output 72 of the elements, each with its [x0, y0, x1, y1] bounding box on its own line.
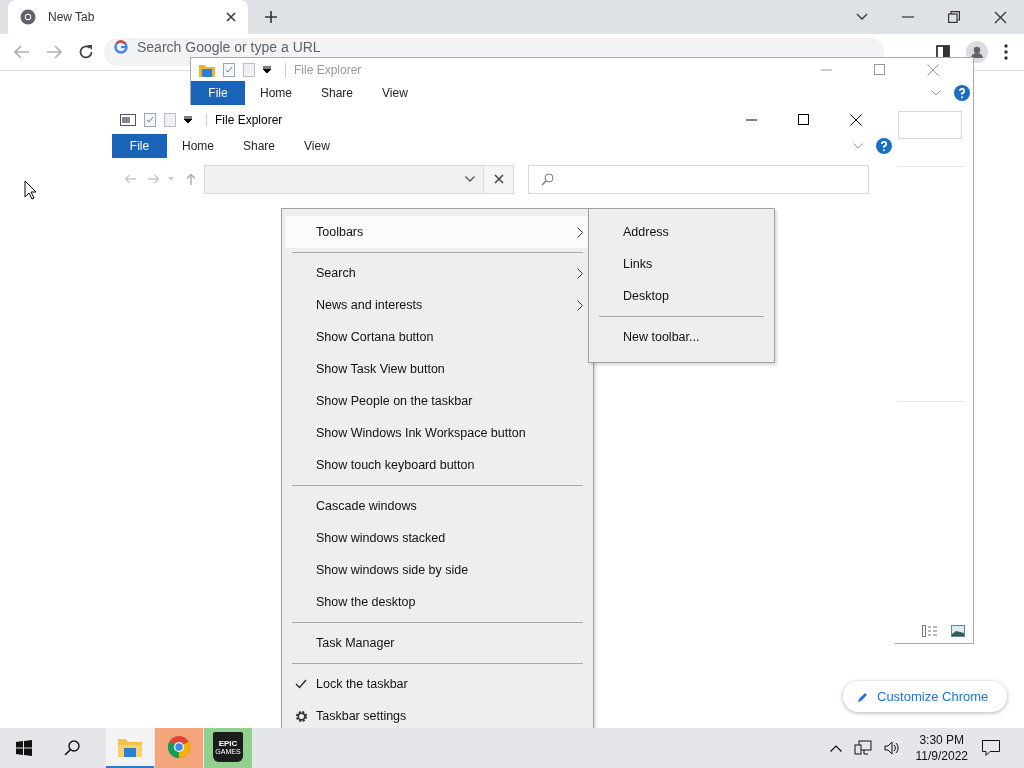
close-icon[interactable]	[850, 113, 862, 126]
menu-item[interactable]: Task Manager	[286, 627, 589, 659]
restore-icon[interactable]	[948, 11, 960, 23]
windows-logo-icon[interactable]	[16, 740, 32, 756]
folder-icon	[118, 737, 142, 757]
menu-item[interactable]: Show Task View button	[286, 353, 589, 385]
network-icon[interactable]	[853, 740, 872, 756]
menu-item[interactable]: Links	[593, 248, 770, 280]
menu-item[interactable]: Show touch keyboard button	[286, 449, 589, 481]
search-icon[interactable]	[64, 740, 80, 756]
ribbon-tab[interactable]: Share	[243, 139, 276, 153]
menu-item[interactable]: Show People on the taskbar	[286, 385, 589, 417]
close-icon[interactable]	[994, 10, 1007, 24]
folder-icon	[199, 62, 215, 77]
chevron-right-icon	[577, 267, 583, 279]
menu-item[interactable]: Cascade windows	[286, 490, 589, 522]
caret-up-icon[interactable]	[829, 744, 842, 752]
clear-button[interactable]	[484, 164, 514, 194]
properties-icon[interactable]	[144, 112, 156, 127]
search-icon	[541, 172, 554, 186]
menu-item[interactable]: Taskbar settings	[286, 700, 589, 732]
window-title: File Explorer	[206, 112, 283, 127]
ribbon-tab[interactable]: View	[304, 139, 330, 153]
new-tab-icon[interactable]	[264, 10, 278, 24]
window-icon	[120, 113, 136, 126]
menu-item[interactable]: News and interests	[286, 289, 589, 321]
menu-item[interactable]: Toolbars	[286, 216, 589, 248]
notification-icon[interactable]	[982, 740, 1000, 756]
clock[interactable]: 3:30 PM 11/9/2022	[915, 732, 968, 764]
close-icon	[493, 174, 504, 184]
browser-tab[interactable]: New Tab	[8, 0, 248, 34]
help-icon[interactable]	[876, 138, 892, 154]
chevron-right-icon	[577, 299, 583, 311]
logo-text: EPIC	[218, 738, 238, 748]
mouse-pointer-icon	[24, 180, 37, 200]
menu-item[interactable]: Show Cortana button	[286, 321, 589, 353]
chevron-right-icon	[577, 226, 583, 238]
reload-icon[interactable]	[78, 44, 94, 60]
more-menu-icon[interactable]	[1004, 44, 1008, 60]
minimize-icon[interactable]	[746, 118, 757, 121]
menu-item[interactable]: Lock the taskbar	[286, 668, 589, 700]
dropdown-icon[interactable]	[184, 115, 192, 124]
gear-icon	[294, 709, 308, 723]
google-icon	[114, 40, 128, 54]
volume-icon[interactable]	[883, 741, 900, 755]
chrome-icon	[20, 9, 36, 25]
chevron-down-icon[interactable]	[856, 13, 868, 21]
address-field[interactable]	[204, 164, 484, 194]
time-text: 3:30 PM	[919, 732, 965, 748]
pencil-icon	[857, 690, 869, 703]
menu-item[interactable]: Show windows stacked	[286, 522, 589, 554]
menu-item[interactable]: New toolbar...	[593, 321, 770, 353]
taskbar-app-button[interactable]	[155, 728, 203, 768]
address-placeholder: Search Google or type a URL	[137, 40, 321, 55]
search-field[interactable]	[528, 164, 869, 194]
ribbon-tab[interactable]: Home	[182, 139, 214, 153]
menu-item[interactable]: Show the desktop	[286, 586, 589, 618]
close-icon[interactable]	[225, 11, 237, 23]
window-title: File Explorer	[285, 62, 362, 77]
file-menu-button[interactable]: File	[112, 134, 167, 158]
chrome-icon	[168, 736, 190, 758]
tab-title: New Tab	[48, 10, 96, 24]
taskbar-app-button[interactable]	[106, 728, 154, 768]
menu-item[interactable]: Address	[593, 216, 770, 248]
chevron-down-icon	[465, 176, 475, 182]
menu-item[interactable]: Search	[286, 257, 589, 289]
menu-item[interactable]: Desktop	[593, 280, 770, 312]
menu-item[interactable]: Show windows side by side	[286, 554, 589, 586]
maximize-icon[interactable]	[798, 114, 809, 125]
customize-chrome-button[interactable]: Customize Chrome	[843, 681, 1007, 712]
date-text: 11/9/2022	[915, 748, 968, 764]
menu-item[interactable]: Show Windows Ink Workspace button	[286, 417, 589, 449]
